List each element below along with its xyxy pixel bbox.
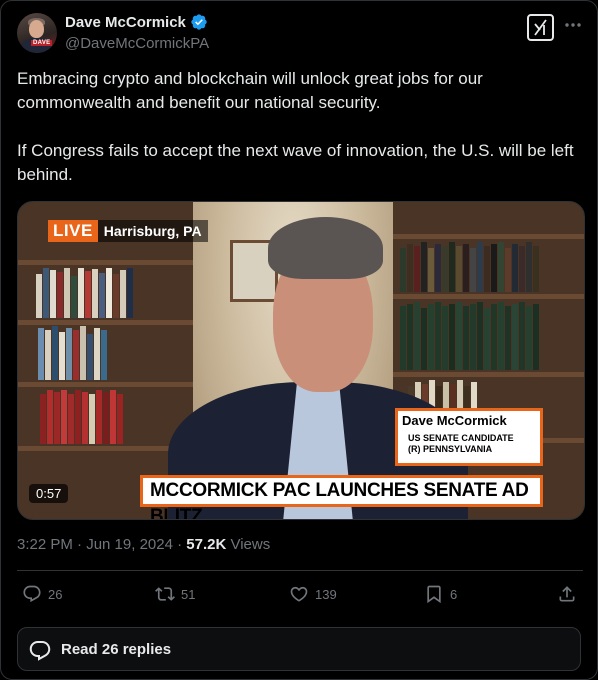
live-badge: LIVE Harrisburg, PA [48,220,208,242]
books [36,266,134,318]
video-player[interactable]: LIVE Harrisburg, PA Dave McCormick US SE… [17,201,585,520]
repost-button[interactable]: 51 [155,584,195,604]
headline-chyron: MCCORMICK PAC LAUNCHES SENATE AD BLITZ [140,475,543,519]
lower-third-role: US SENATE CANDIDATE (R) PENNSYLVANIA [398,430,540,463]
views-count: 57.2K [186,536,227,553]
tweet-paragraph: If Congress fails to accept the next wav… [17,141,574,184]
share-icon [559,586,575,602]
lower-third-name: Dave McCormick [398,411,540,430]
lower-third-role-line1: US SENATE CANDIDATE [408,433,514,443]
verified-badge-icon [191,14,207,30]
repost-count: 51 [181,586,196,602]
divider [17,570,583,571]
bookmark-button[interactable]: 6 [424,584,457,604]
avatar[interactable]: DAVE [17,13,57,53]
author-handle[interactable]: @DaveMcCormickPA [65,35,209,52]
read-replies-button[interactable]: Read 26 replies [17,627,581,671]
bookmark-icon [427,585,441,604]
video-duration: 0:57 [29,484,69,503]
like-count: 139 [315,586,337,602]
live-label: LIVE [48,220,98,242]
grok-button[interactable] [527,14,554,41]
bookmark-count: 6 [450,586,458,602]
views-label: Views [230,536,271,553]
author-name[interactable]: Dave McCormick [65,14,186,31]
reply-count: 26 [48,586,63,602]
more-horizontal-icon[interactable] [563,15,583,35]
author-name-row: Dave McCormick [65,13,208,31]
location-label: Harrisburg, PA [103,223,202,239]
reply-icon [23,585,41,603]
lower-third: Dave McCormick US SENATE CANDIDATE (R) P… [395,408,543,466]
action-bar: 26 51 139 6 [17,584,583,608]
tweet-meta: 3:22 PM · Jun 19, 2024 · 57.2K Views [17,536,270,553]
read-replies-label: Read 26 replies [61,641,172,658]
books [400,242,540,292]
books [40,390,124,444]
books [38,326,108,380]
grok-icon [534,19,547,36]
tweet-text: Embracing crypto and blockchain will unl… [17,67,577,187]
tweet-paragraph: Embracing crypto and blockchain will unl… [17,69,483,112]
lower-third-role-line2: (R) PENNSYLVANIA [408,444,493,454]
like-button[interactable]: 139 [289,584,337,604]
share-button[interactable] [557,584,577,604]
avatar-badge-text: DAVE [31,40,53,46]
person-hair [268,217,383,279]
meta-separator: · [172,536,187,553]
timestamp[interactable]: 3:22 PM · Jun 19, 2024 [17,536,173,553]
chat-bubble-icon [29,641,51,661]
reply-button[interactable]: 26 [22,584,62,604]
heart-icon [290,586,308,602]
repost-icon [155,587,175,601]
tweet-card: DAVE Dave McCormick @DaveMcCormickPA Emb… [0,0,598,680]
books [400,302,540,370]
